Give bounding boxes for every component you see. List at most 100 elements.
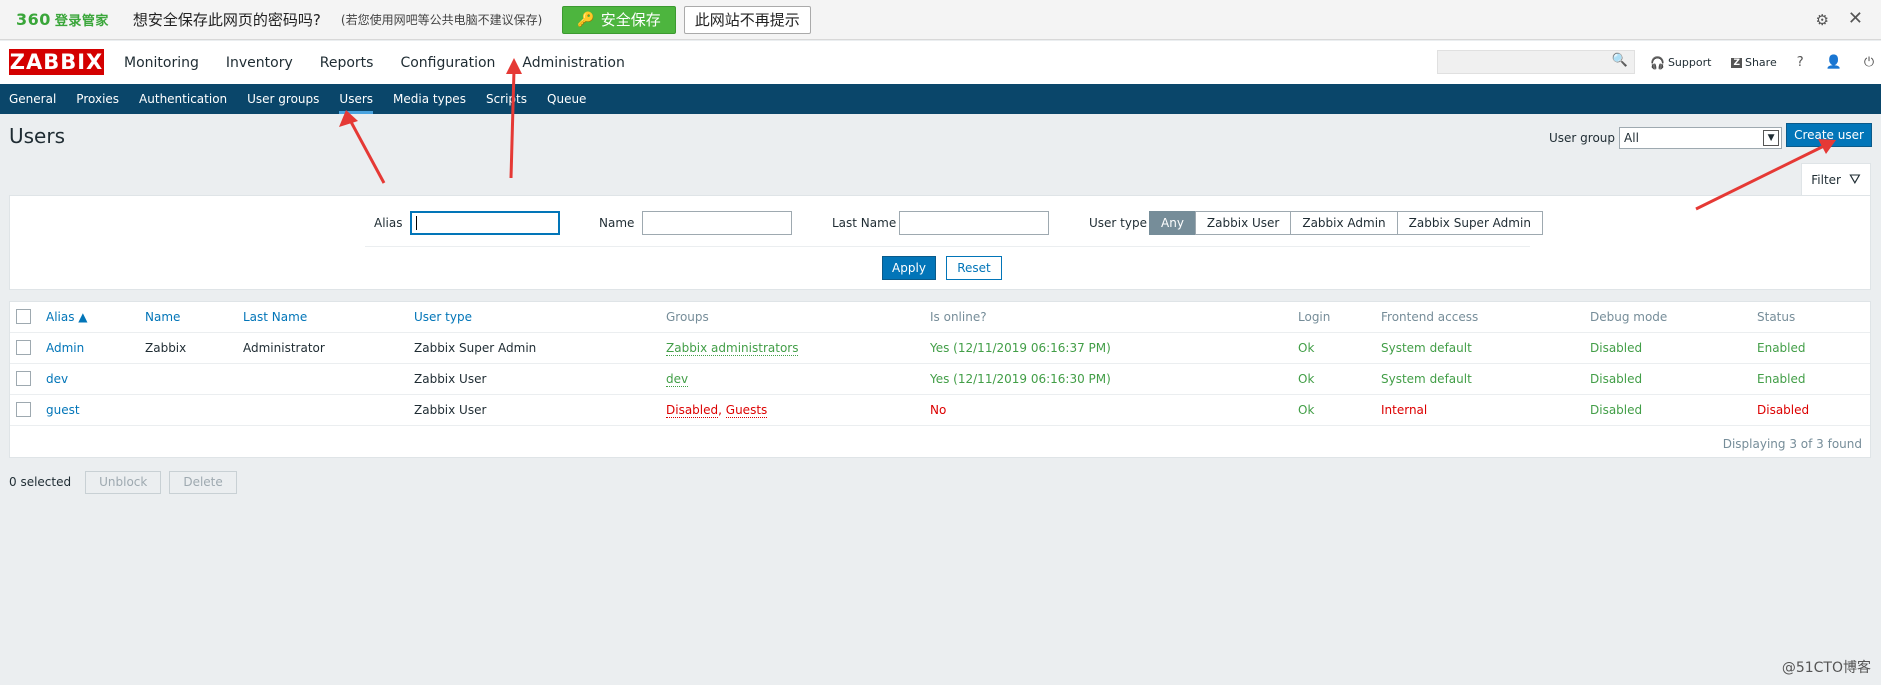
header-status: Status	[1757, 310, 1796, 324]
row-checkbox[interactable]	[16, 340, 31, 355]
user-type-any[interactable]: Any	[1149, 211, 1196, 235]
user-groups-link[interactable]: dev	[666, 372, 689, 387]
search-input[interactable]: 🔍	[1437, 50, 1635, 74]
page-title: Users	[9, 124, 66, 148]
user-online-status: No	[930, 403, 947, 417]
subnav-general[interactable]: General	[9, 84, 56, 114]
user-type: Zabbix User	[414, 372, 487, 386]
header-debug-mode: Debug mode	[1590, 310, 1668, 324]
user-status[interactable]: Enabled	[1757, 341, 1806, 355]
subnav-users[interactable]: Users	[339, 84, 374, 114]
user-alias-link[interactable]: guest	[46, 403, 80, 417]
safe-save-button[interactable]: 🔑 安全保存	[562, 5, 676, 34]
user-login-status: Ok	[1298, 403, 1315, 417]
table-header: Alias ▲ Name Last Name User type Groups …	[10, 302, 1870, 333]
save-password-question: 想安全保存此网页的密码吗?	[132, 11, 321, 29]
mass-actions: 0 selected Unblock Delete	[9, 470, 245, 494]
subnav-authentication[interactable]: Authentication	[139, 84, 227, 114]
user-alias-link[interactable]: Admin	[46, 341, 84, 355]
header-user-type[interactable]: User type	[414, 310, 472, 324]
menu-inventory[interactable]: Inventory	[226, 55, 293, 71]
user-login-status: Ok	[1298, 341, 1315, 355]
share-link[interactable]: Z Share	[1731, 56, 1777, 69]
filter-icon: ⛛	[1848, 171, 1861, 188]
filter-divider	[365, 246, 1530, 247]
user-icon[interactable]: 👤	[1826, 55, 1842, 70]
table-row: guest Zabbix User Disabled, Guests No Ok…	[10, 395, 1870, 426]
selected-count: 0 selected	[9, 475, 72, 489]
delete-button[interactable]: Delete	[169, 470, 237, 494]
support-link[interactable]: 🎧 Support	[1650, 56, 1711, 70]
user-status[interactable]: Enabled	[1757, 372, 1806, 386]
menu-configuration[interactable]: Configuration	[400, 55, 495, 71]
subnav-queue[interactable]: Queue	[547, 84, 586, 114]
user-frontend-access[interactable]: Internal	[1381, 403, 1427, 417]
top-right-actions: 🎧 Support Z Share ? 👤 ⏻	[1650, 41, 1881, 84]
power-icon[interactable]: ⏻	[1864, 55, 1874, 70]
user-type-zabbix-super-admin[interactable]: Zabbix Super Admin	[1396, 211, 1543, 235]
never-prompt-button[interactable]: 此网站不再提示	[683, 5, 811, 34]
select-all-checkbox[interactable]	[16, 309, 31, 324]
user-status[interactable]: Disabled	[1757, 403, 1809, 417]
apply-button[interactable]: Apply	[882, 256, 936, 280]
user-groups-link[interactable]: Zabbix administrators	[666, 341, 799, 356]
subnav-scripts[interactable]: Scripts	[486, 84, 527, 114]
zabbix-logo[interactable]: ZABBIX	[9, 49, 104, 75]
user-type-zabbix-user[interactable]: Zabbix User	[1194, 211, 1292, 235]
menu-monitoring[interactable]: Monitoring	[124, 55, 199, 71]
help-icon[interactable]: ?	[1797, 55, 1804, 70]
header-name[interactable]: Name	[145, 310, 180, 324]
user-frontend-access[interactable]: System default	[1381, 372, 1472, 386]
create-user-button[interactable]: Create user	[1786, 123, 1872, 147]
last-name-input[interactable]	[899, 211, 1049, 235]
close-icon[interactable]: ✕	[1848, 8, 1863, 29]
user-group-select[interactable]: All ▼	[1619, 127, 1783, 149]
user-group-filter: User group All ▼	[1549, 127, 1783, 149]
unblock-button[interactable]: Unblock	[85, 470, 162, 494]
main-menu: Monitoring Inventory Reports Configurati…	[124, 41, 652, 84]
user-type-zabbix-admin[interactable]: Zabbix Admin	[1290, 211, 1398, 235]
headset-icon: 🎧	[1650, 55, 1665, 70]
user-debug-mode[interactable]: Disabled	[1590, 372, 1642, 386]
share-icon: Z	[1731, 57, 1742, 68]
menu-reports[interactable]: Reports	[320, 55, 374, 71]
row-checkbox[interactable]	[16, 371, 31, 386]
alias-label: Alias	[374, 216, 403, 230]
filter-tab[interactable]: Filter ⛛	[1801, 163, 1871, 195]
save-password-hint: (若您使用网吧等公共电脑不建议保存)	[340, 13, 543, 27]
header-groups: Groups	[666, 310, 709, 324]
user-type: Zabbix Super Admin	[414, 341, 537, 355]
sub-navigation: General Proxies Authentication User grou…	[0, 84, 1881, 114]
alias-input[interactable]	[410, 211, 560, 235]
user-login-status: Ok	[1298, 372, 1315, 386]
subnav-media-types[interactable]: Media types	[393, 84, 466, 114]
annotation-arrow	[339, 110, 386, 184]
subnav-proxies[interactable]: Proxies	[76, 84, 119, 114]
user-alias-link[interactable]: dev	[46, 372, 68, 386]
last-name-label: Last Name	[832, 216, 897, 230]
row-checkbox[interactable]	[16, 402, 31, 417]
user-debug-mode[interactable]: Disabled	[1590, 341, 1642, 355]
user-debug-mode[interactable]: Disabled	[1590, 403, 1642, 417]
user-type-selector: Any Zabbix User Zabbix Admin Zabbix Supe…	[1149, 211, 1543, 235]
group-guests-link[interactable]: Guests	[725, 403, 768, 418]
user-online-status: Yes (12/11/2019 06:16:30 PM)	[930, 372, 1111, 386]
user-type-label: User type	[1089, 216, 1147, 230]
header-last-name[interactable]: Last Name	[243, 310, 307, 324]
user-groups: Disabled, Guests	[666, 403, 768, 418]
gear-icon[interactable]: ⚙	[1816, 11, 1829, 29]
header-alias[interactable]: Alias ▲	[46, 310, 88, 324]
group-disabled-link[interactable]: Disabled	[666, 403, 719, 418]
top-navigation: ZABBIX Monitoring Inventory Reports Conf…	[0, 41, 1881, 84]
paging-summary: Displaying 3 of 3 found	[1722, 437, 1862, 451]
reset-button[interactable]: Reset	[946, 256, 1002, 280]
user-type: Zabbix User	[414, 403, 487, 417]
search-icon[interactable]: 🔍	[1612, 53, 1628, 68]
name-input[interactable]	[642, 211, 792, 235]
menu-administration[interactable]: Administration	[522, 55, 624, 71]
user-name: Zabbix	[145, 341, 187, 355]
360-logo: 360 登录管家	[16, 10, 109, 29]
subnav-user-groups[interactable]: User groups	[247, 84, 319, 114]
user-frontend-access[interactable]: System default	[1381, 341, 1472, 355]
name-label: Name	[599, 216, 635, 230]
